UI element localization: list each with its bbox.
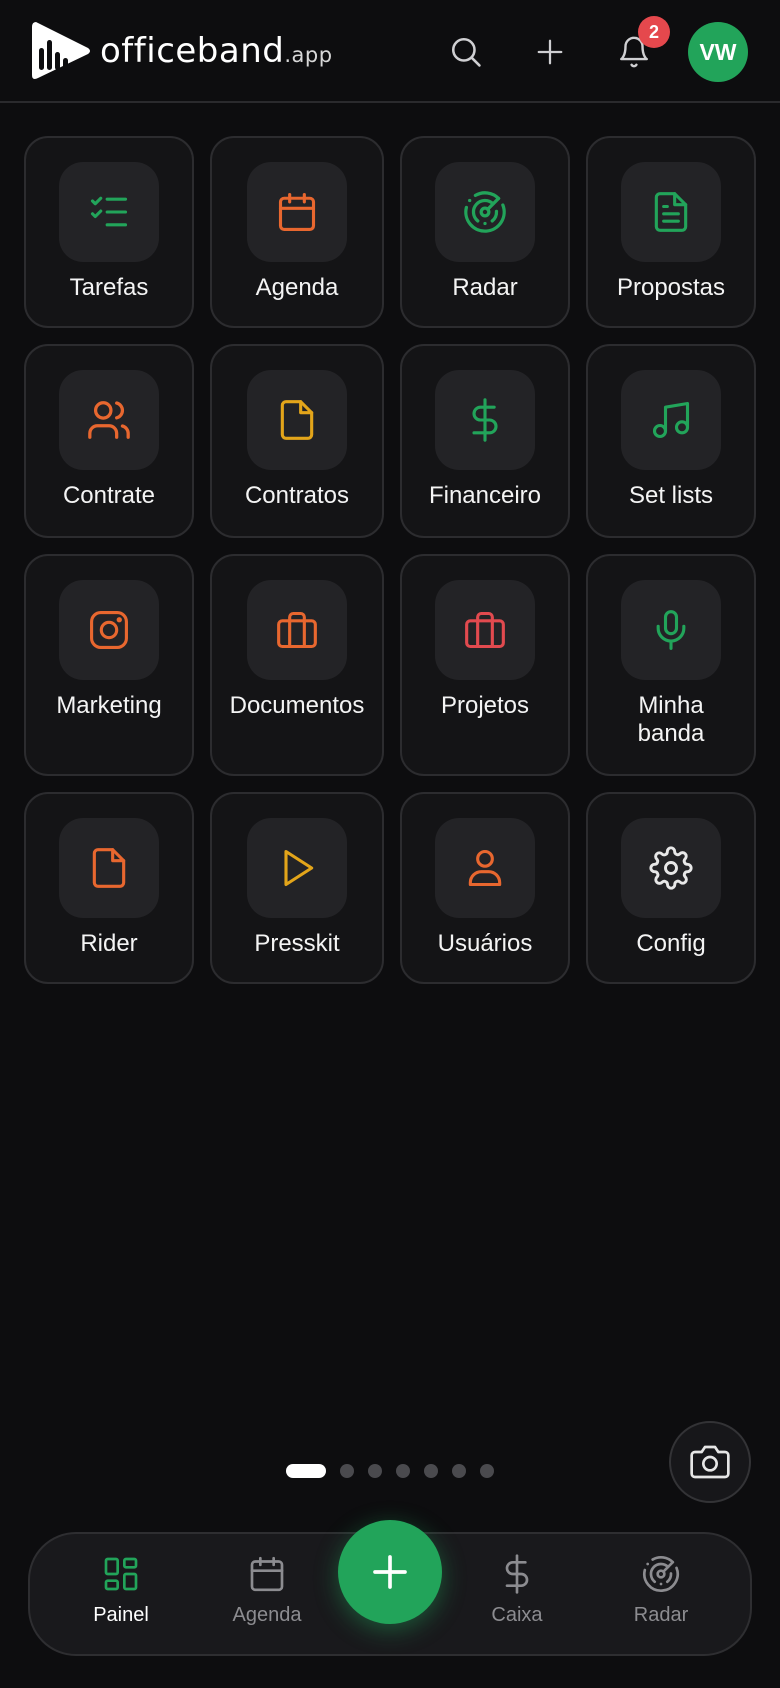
page-dot[interactable] — [480, 1464, 494, 1478]
nav-item-agenda[interactable]: Agenda — [202, 1554, 332, 1627]
page-dot[interactable] — [452, 1464, 466, 1478]
tile-label: Tarefas — [69, 274, 149, 301]
brand-logo[interactable]: officeband.app — [30, 18, 333, 84]
tile-label: Set lists — [628, 482, 714, 509]
tile-label: Rider — [80, 930, 138, 957]
calendar-icon — [250, 1556, 284, 1592]
tile-label: Financeiro — [428, 482, 542, 509]
search-button[interactable] — [442, 28, 490, 76]
page-dot[interactable] — [340, 1464, 354, 1478]
tile-presskit[interactable]: Presskit — [210, 792, 384, 984]
dollar-icon — [505, 1554, 529, 1594]
nav-item-caixa[interactable]: Caixa — [452, 1554, 582, 1627]
tile-set-lists[interactable]: Set lists — [586, 344, 756, 538]
tile-label: Config — [636, 930, 706, 957]
tile-projetos[interactable]: Projetos — [400, 554, 570, 776]
file-icon — [280, 400, 314, 440]
document-icon — [654, 192, 688, 232]
logo-mark-icon — [32, 22, 90, 79]
tile-icon-box — [621, 162, 721, 262]
tile-icon-box — [435, 818, 535, 918]
instagram-icon — [90, 611, 128, 649]
search-icon — [451, 37, 481, 67]
nav-label: Caixa — [491, 1604, 543, 1626]
tile-icon-box — [247, 580, 347, 680]
tile-config[interactable]: Config — [586, 792, 756, 984]
page-dot[interactable] — [424, 1464, 438, 1478]
tile-label: Agenda — [255, 274, 339, 301]
tile-label: Contratos — [244, 482, 350, 509]
tile-icon-box — [247, 162, 347, 262]
add-button[interactable] — [526, 28, 574, 76]
tile-label: Propostas — [616, 274, 726, 301]
tile-label: Documentos — [229, 692, 365, 719]
nav-item-painel[interactable]: Painel — [56, 1554, 186, 1627]
calendar-icon — [278, 193, 316, 231]
tile-agenda[interactable]: Agenda — [210, 136, 384, 328]
tile-icon-box — [435, 370, 535, 470]
play-icon — [284, 849, 314, 887]
nav-label: Agenda — [232, 1604, 302, 1626]
user-icon — [468, 849, 502, 887]
tile-label: Projetos — [440, 692, 530, 719]
gear-icon — [649, 846, 693, 890]
notification-badge: 2 — [638, 16, 670, 48]
tile-rider[interactable]: Rider — [24, 792, 194, 984]
music-note-icon — [652, 401, 690, 439]
tile-icon-box — [59, 818, 159, 918]
page-dot-active[interactable] — [286, 1464, 326, 1478]
camera-button[interactable] — [669, 1421, 751, 1503]
tile-icon-box — [59, 162, 159, 262]
tile-icon-box — [247, 818, 347, 918]
dashboard-icon — [104, 1557, 138, 1591]
camera-icon — [690, 1445, 730, 1479]
tile-usuarios[interactable]: Usuários — [400, 792, 570, 984]
tile-documentos[interactable]: Documentos — [210, 554, 384, 776]
tile-marketing[interactable]: Marketing — [24, 554, 194, 776]
radar-icon — [464, 191, 506, 233]
tile-icon-box — [435, 580, 535, 680]
checklist-icon — [90, 196, 128, 227]
users-icon — [88, 401, 130, 439]
nav-item-radar[interactable]: Radar — [596, 1554, 726, 1627]
tile-icon-box — [621, 580, 721, 680]
tile-label: Contrate — [62, 482, 156, 509]
file-icon — [92, 848, 126, 888]
tile-label: Presskit — [254, 930, 340, 957]
tile-financeiro[interactable]: Financeiro — [400, 344, 570, 538]
page-indicator — [286, 1464, 494, 1478]
tile-icon-box — [247, 370, 347, 470]
tile-contrate[interactable]: Contrate — [24, 344, 194, 538]
tile-label: Radar — [452, 274, 518, 301]
tile-icon-box — [59, 370, 159, 470]
plus-icon — [373, 1555, 407, 1589]
tile-tarefas[interactable]: Tarefas — [24, 136, 194, 328]
tile-contratos[interactable]: Contratos — [210, 344, 384, 538]
user-avatar[interactable]: VW — [688, 22, 748, 82]
tile-icon-box — [59, 580, 159, 680]
plus-icon — [537, 39, 563, 65]
tile-icon-box — [621, 370, 721, 470]
tile-propostas[interactable]: Propostas — [586, 136, 756, 328]
briefcase-icon — [465, 611, 505, 649]
brand-name: officeband.app — [100, 31, 333, 71]
add-fab-button[interactable] — [338, 1520, 442, 1624]
app-header: officeband.app 2 VW — [0, 0, 780, 103]
tile-label: Usuários — [437, 930, 533, 957]
page-dot[interactable] — [368, 1464, 382, 1478]
microphone-icon — [656, 610, 686, 650]
radar-icon — [643, 1556, 679, 1592]
nav-label: Radar — [633, 1604, 689, 1626]
page-dot[interactable] — [396, 1464, 410, 1478]
tile-label: Marketing — [56, 692, 162, 719]
tile-minha-banda[interactable]: Minha banda — [586, 554, 756, 776]
dollar-icon — [472, 398, 498, 442]
nav-label: Painel — [93, 1604, 149, 1626]
tile-label: Minha banda — [637, 692, 705, 747]
tile-icon-box — [621, 818, 721, 918]
briefcase-icon — [277, 611, 317, 649]
tile-radar[interactable]: Radar — [400, 136, 570, 328]
tile-icon-box — [435, 162, 535, 262]
